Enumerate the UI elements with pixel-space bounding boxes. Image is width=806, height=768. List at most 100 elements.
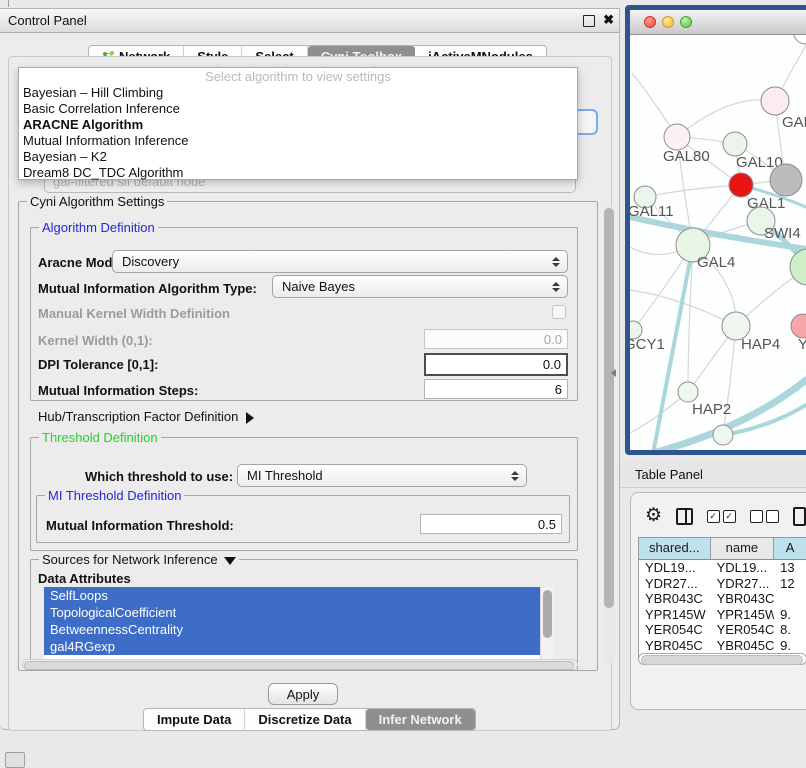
zoom-traffic-light-icon[interactable] [680,16,692,28]
network-node-gal[interactable] [761,87,789,115]
hub-section-toggle[interactable]: Hub/Transcription Factor Definition [38,409,254,424]
algorithm-option[interactable]: Bayesian – Hill Climbing [19,85,577,101]
mi-type-combo[interactable]: Naive Bayes [272,275,568,298]
sources-group-title[interactable]: Sources for Network Inference [39,552,239,567]
node-label: HAP2 [692,401,731,418]
table-column-header[interactable]: A [774,538,806,559]
node-label: HAP4 [741,336,780,353]
tab-discretize-data[interactable]: Discretize Data [245,709,365,730]
node-label: GAL [782,114,806,131]
control-panel-window: Control Panel ✖ NetworkStyleSelectCyni T… [0,8,620,730]
data-attributes-label: Data Attributes [38,571,131,586]
kernel-width-field[interactable]: 0.0 [424,329,568,349]
table-column-header[interactable]: shared... [639,538,711,559]
table-row[interactable]: YPR145WYPR145W9. [639,607,806,623]
document-icon[interactable] [793,507,806,526]
minimize-traffic-light-icon[interactable] [662,16,674,28]
table-cell: 8. [774,622,806,638]
float-window-icon[interactable] [583,15,595,27]
split-columns-icon[interactable] [676,508,693,525]
network-node[interactable] [770,164,802,196]
algorithm-option[interactable]: Basic Correlation Inference [19,101,577,117]
network-edge[interactable] [723,326,736,435]
node-label: GAL80 [663,148,710,165]
network-node-gal10[interactable] [723,132,747,156]
table-row[interactable]: YDL19...YDL19...13 [639,560,806,576]
manual-kernel-checkbox[interactable] [552,305,566,319]
network-node-y[interactable] [791,314,806,338]
table-body: YDL19...YDL19...13YDR27...YDR27...12YBR0… [639,560,806,659]
algorithm-option[interactable]: Mutual Information Inference [19,133,577,149]
table-row[interactable]: YDR27...YDR27...12 [639,576,806,592]
tab-infer-network[interactable]: Infer Network [366,709,475,730]
network-edge[interactable] [677,100,775,137]
settings-scrollbar-thumb[interactable] [604,208,614,608]
table-hscrollbar-thumb[interactable] [641,655,803,665]
manual-kernel-label: Manual Kernel Width Definition [38,306,230,321]
control-panel-titlebar: Control Panel ✖ [0,9,619,33]
table-row[interactable]: YBR045CYBR045C9. [639,638,806,654]
table-cell: YER054C [639,622,711,638]
table-cell: YBR045C [711,638,775,654]
hub-section-label: Hub/Transcription Factor Definition [38,409,238,424]
network-node[interactable] [790,249,806,285]
attributes-scrollbar[interactable] [540,587,554,664]
tab-label: Impute Data [157,712,231,727]
unchecked-pair-icon[interactable] [750,510,779,523]
close-traffic-light-icon[interactable] [644,16,656,28]
sources-group-label: Sources for Network Inference [42,552,218,567]
attribute-item[interactable]: gal4RGexp [44,638,554,655]
attribute-item[interactable]: SelfLoops [44,587,554,604]
algorithm-definition-title: Algorithm Definition [39,220,158,235]
settings-scrollbar[interactable] [603,206,615,664]
table-row[interactable]: YBR043CYBR043C [639,591,806,607]
attributes-scrollbar-thumb[interactable] [543,590,552,638]
table-cell: YDL19... [639,560,711,576]
mi-type-value: Naive Bayes [273,279,549,294]
tab-impute-data[interactable]: Impute Data [144,709,245,730]
collapse-panel-arrow[interactable] [611,369,616,377]
minimized-panel-icon[interactable] [5,752,25,768]
network-view-window: GALGAL80GAL10GAL1GAL11SWI4GAL4GCY1HAP4YH… [625,5,806,455]
aracne-mode-combo[interactable]: Discovery [112,250,568,273]
close-window-icon[interactable]: ✖ [603,12,614,28]
network-node-gal1[interactable] [729,173,753,197]
mi-threshold-field[interactable]: 0.5 [420,514,562,534]
dpi-tolerance-field[interactable]: 0.0 [424,353,568,376]
node-table[interactable]: shared...nameA YDL19...YDL19...13YDR27..… [638,537,806,659]
table-column-header[interactable]: name [711,538,775,559]
algorithm-option[interactable]: ARACNE Algorithm [19,117,577,133]
algorithm-list: Bayesian – Hill ClimbingBasic Correlatio… [19,85,577,181]
node-label: Y [798,336,806,353]
mi-type-label: Mutual Information Algorithm Type: [38,281,257,296]
network-node[interactable] [793,35,806,44]
network-canvas[interactable]: GALGAL80GAL10GAL1GAL11SWI4GAL4GCY1HAP4YH… [630,35,806,450]
algorithm-placeholder: Select algorithm to view settings [19,68,577,85]
checked-pair-icon[interactable]: ✓✓ [707,510,736,523]
settings-group-title: Cyni Algorithm Settings [27,194,167,209]
dpi-tolerance-label: DPI Tolerance [0,1]: [38,357,158,372]
data-attributes-list[interactable]: SelfLoopsTopologicalCoefficientBetweenne… [44,587,554,664]
stepper-icon [549,257,563,267]
network-node-hap2[interactable] [678,382,698,402]
table-row[interactable]: YER054CYER054C8. [639,622,806,638]
stepper-icon [508,471,522,481]
network-node[interactable] [713,425,733,445]
algorithm-option[interactable]: Bayesian – K2 [19,149,577,165]
control-panel-title: Control Panel [8,13,87,28]
mi-steps-field[interactable]: 6 [424,379,568,399]
table-cell: YDR27... [711,576,775,592]
table-panel-window: ⚙ ✓✓ shared...nameA YDL19...YDL19...13YD… [630,492,806,710]
network-node-gal80[interactable] [664,124,690,150]
gear-icon[interactable]: ⚙ [645,506,662,526]
apply-button[interactable]: Apply [268,683,338,705]
settings-hscrollbar-thumb[interactable] [24,661,574,670]
settings-hscrollbar[interactable] [22,659,578,670]
attribute-item[interactable]: TopologicalCoefficient [44,604,554,621]
algorithm-option[interactable]: Dream8 DC_TDC Algorithm [19,165,577,181]
mi-steps-label: Mutual Information Steps: [38,383,198,398]
network-edge[interactable] [645,185,741,197]
attribute-item[interactable]: BetweennessCentrality [44,621,554,638]
table-hscrollbar[interactable] [638,653,806,665]
which-threshold-combo[interactable]: MI Threshold [237,464,527,487]
